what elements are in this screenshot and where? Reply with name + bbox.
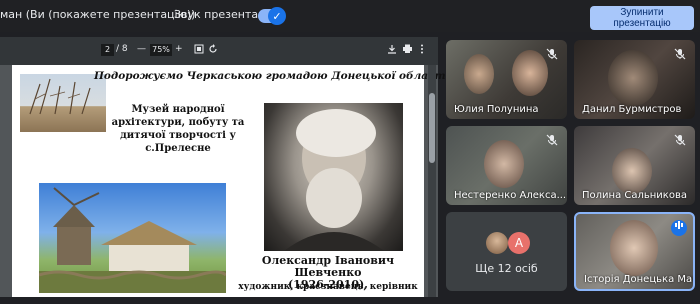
page-number-input[interactable]: 2 [101, 44, 114, 56]
pdf-scrollbar[interactable] [428, 65, 436, 297]
museum-description: Музей народної архітектури, побуту та ди… [111, 104, 245, 154]
museum-photo [39, 183, 226, 293]
page-count: / 8 [116, 44, 128, 54]
zoom-in-button[interactable]: + [175, 44, 183, 54]
print-icon[interactable] [402, 44, 413, 57]
participant-name: Полина Сальникова [582, 190, 687, 201]
participant-name: Юлия Полунина [454, 104, 539, 115]
portrait-photo [264, 103, 403, 251]
mic-off-icon [545, 134, 559, 148]
participant-tile[interactable]: Юлия Полунина [446, 40, 567, 119]
presentation-sound-toggle[interactable]: ✓ [258, 7, 286, 25]
more-participants-count: Ще 12 осіб [475, 262, 538, 275]
caption-name: Олександр Іванович Шевченко [261, 254, 395, 279]
stop-button-label-line1: Зупинити [620, 7, 664, 18]
participant-avatar-letter: A [508, 232, 530, 254]
participant-avatar [486, 232, 508, 254]
download-icon[interactable] [387, 44, 397, 57]
participant-video [464, 54, 494, 94]
scroll-thumb[interactable] [429, 93, 435, 163]
pdf-toolbar: 2 / 8 — 75% + [0, 37, 438, 65]
participant-tile[interactable]: Полина Сальникова [574, 126, 695, 205]
participant-video [512, 50, 548, 96]
top-bar: ман (Ви (покажете презентацію)) Звук пре… [0, 0, 700, 32]
participant-tile-active-speaker[interactable]: Історія Донецька Ман [574, 212, 695, 291]
participant-name: Нестеренко Алекса... [454, 190, 567, 201]
pdf-viewer: 2 / 8 — 75% + Подорожуємо Черкаською гро… [0, 37, 450, 297]
more-participants-tile[interactable]: A Ще 12 осіб [446, 212, 567, 291]
rotate-icon[interactable] [208, 44, 218, 57]
participant-video [608, 50, 658, 106]
presenting-status-text: ман (Ви (покажете презентацію)) [0, 8, 196, 21]
participant-tile[interactable]: Нестеренко Алекса... [446, 126, 567, 205]
participant-name: Історія Донецька Ман [584, 274, 695, 285]
tree-photo [20, 74, 106, 132]
participant-video [612, 148, 652, 194]
pdf-page: Подорожуємо Черкаською громадою Донецько… [12, 65, 450, 297]
mic-off-icon [545, 48, 559, 62]
caption-description: художник, краєзнавець, керівник [238, 282, 418, 292]
mic-off-icon [673, 134, 687, 148]
zoom-out-button[interactable]: — [137, 44, 146, 54]
stop-presenting-button[interactable]: Зупинити презентацію [590, 6, 694, 30]
checkmark-icon: ✓ [268, 7, 286, 25]
zoom-input[interactable]: 75% [150, 44, 172, 56]
stop-button-label-line2: презентацію [613, 18, 671, 29]
participant-tile[interactable]: Данил Бурмистров [574, 40, 695, 119]
mic-off-icon [673, 48, 687, 62]
speaking-indicator-icon [671, 220, 687, 236]
more-vert-icon[interactable] [420, 44, 424, 57]
participant-video [610, 220, 658, 276]
fit-page-icon[interactable] [194, 44, 204, 57]
page-title: Подорожуємо Черкаською громадою Донецько… [94, 70, 450, 82]
participant-name: Данил Бурмистров [582, 104, 682, 115]
participant-video [484, 140, 524, 188]
